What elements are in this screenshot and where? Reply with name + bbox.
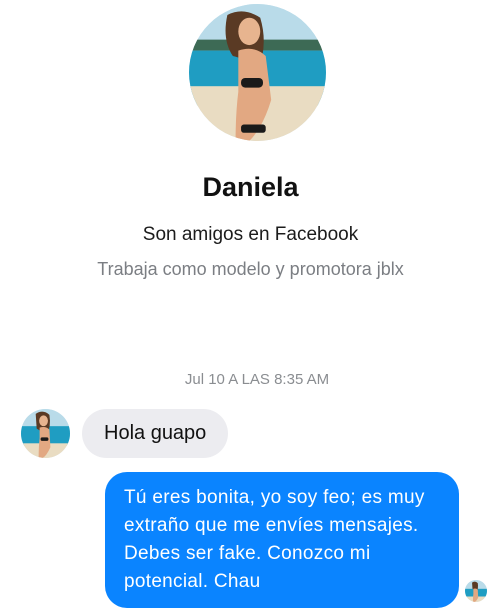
incoming-message[interactable]: Hola guapo	[82, 409, 229, 458]
outgoing-message[interactable]: Tú eres bonita, yo soy feo; es muy extra…	[105, 472, 459, 608]
profile-photo-image	[189, 4, 326, 141]
sender-avatar-image	[21, 409, 70, 458]
friendship-status: Son amigos en Facebook	[142, 224, 359, 245]
read-receipt-avatar-image	[465, 580, 487, 602]
message-timestamp: Jul 10 A LAS 8:35 AM	[184, 371, 330, 388]
work-info: Trabaja como modelo y promotora jblx	[97, 259, 404, 279]
sender-avatar[interactable]	[21, 409, 70, 458]
profile-name: Daniela	[202, 172, 299, 202]
read-receipt-avatar	[465, 580, 487, 602]
profile-photo[interactable]	[189, 4, 326, 141]
